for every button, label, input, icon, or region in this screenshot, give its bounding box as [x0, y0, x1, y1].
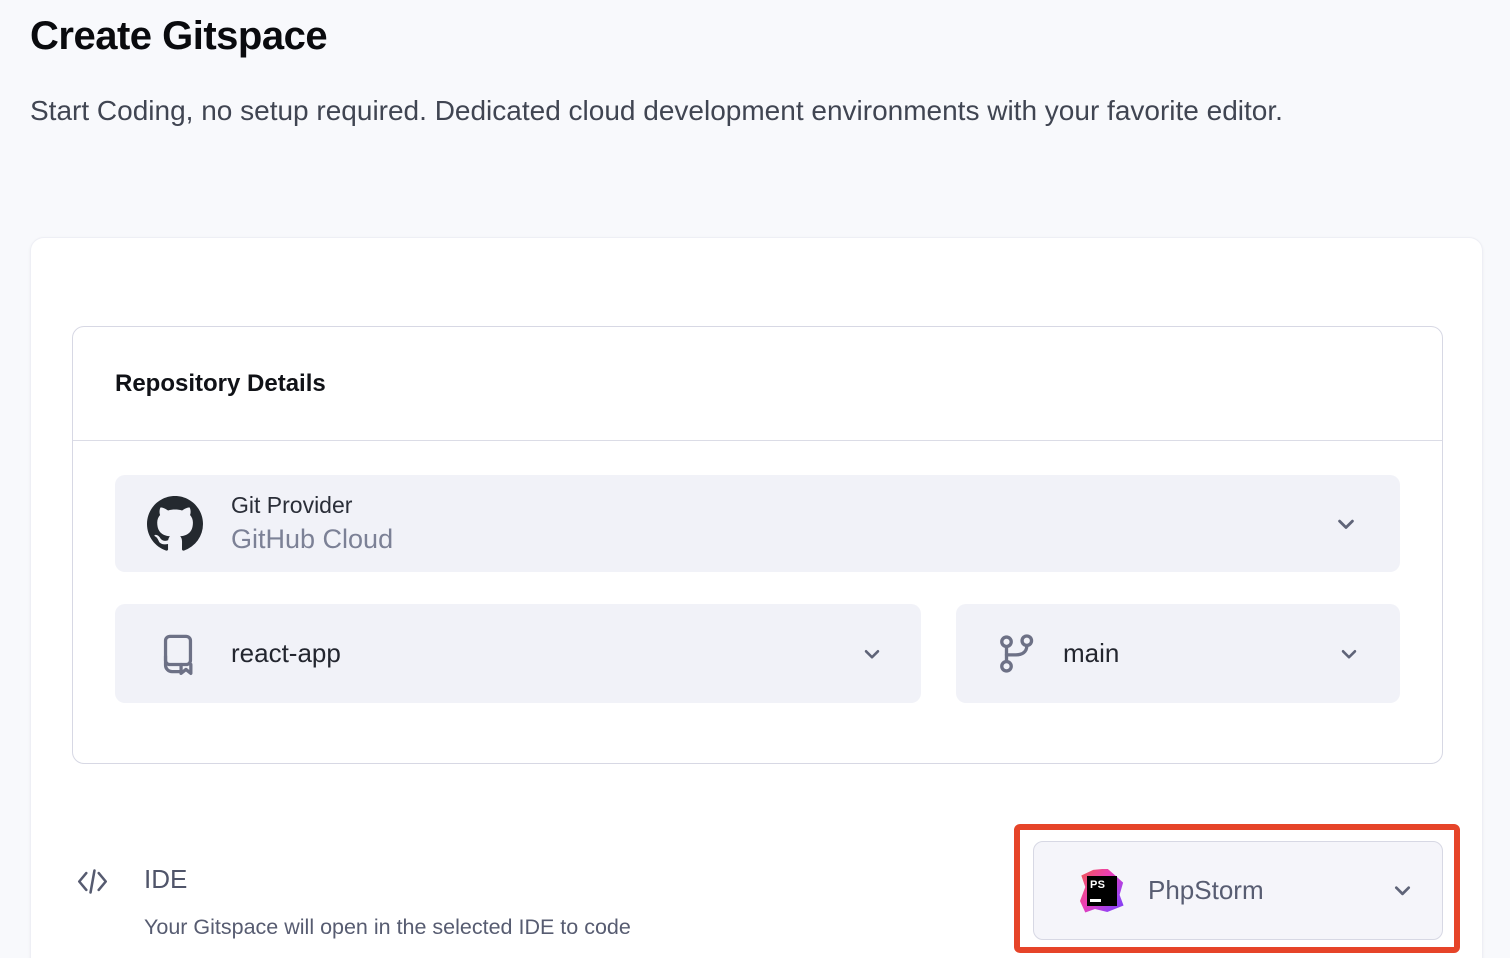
- git-provider-label: Git Provider: [231, 492, 393, 519]
- git-provider-text: Git Provider GitHub Cloud: [231, 492, 393, 555]
- github-icon: [147, 496, 203, 552]
- git-provider-value: GitHub Cloud: [231, 524, 393, 555]
- repository-details-heading: Repository Details: [115, 370, 326, 398]
- repo-book-icon: [155, 631, 201, 677]
- repository-value: react-app: [231, 638, 341, 669]
- branch-value: main: [1063, 638, 1119, 669]
- code-icon: [74, 866, 111, 902]
- ide-section-description: Your Gitspace will open in the selected …: [144, 915, 631, 940]
- branch-dropdown[interactable]: main: [956, 604, 1400, 703]
- repository-details-card: Repository Details Git Provider GitHub C…: [72, 326, 1443, 764]
- repository-details-body: Git Provider GitHub Cloud reac: [73, 441, 1442, 703]
- phpstorm-icon-dash: [1090, 899, 1101, 902]
- chevron-down-icon: [1336, 641, 1362, 667]
- ide-select-dropdown[interactable]: PS PhpStorm: [1033, 841, 1443, 940]
- page-title: Create Gitspace: [30, 14, 327, 59]
- phpstorm-icon-square: PS: [1087, 876, 1117, 906]
- page-subtitle: Start Coding, no setup required. Dedicat…: [30, 90, 1283, 133]
- repository-details-header: Repository Details: [73, 327, 1442, 441]
- ide-section-label: IDE: [144, 864, 187, 895]
- phpstorm-icon-text: PS: [1090, 879, 1105, 891]
- repo-branch-row: react-app ma: [115, 604, 1400, 703]
- chevron-down-icon: [1389, 877, 1416, 904]
- chevron-down-icon: [859, 641, 885, 667]
- git-provider-dropdown[interactable]: Git Provider GitHub Cloud: [115, 475, 1400, 572]
- ide-select-value: PhpStorm: [1148, 875, 1264, 906]
- git-branch-icon: [996, 633, 1038, 675]
- chevron-down-icon: [1332, 510, 1360, 538]
- repository-dropdown[interactable]: react-app: [115, 604, 921, 703]
- phpstorm-icon: PS: [1080, 869, 1124, 913]
